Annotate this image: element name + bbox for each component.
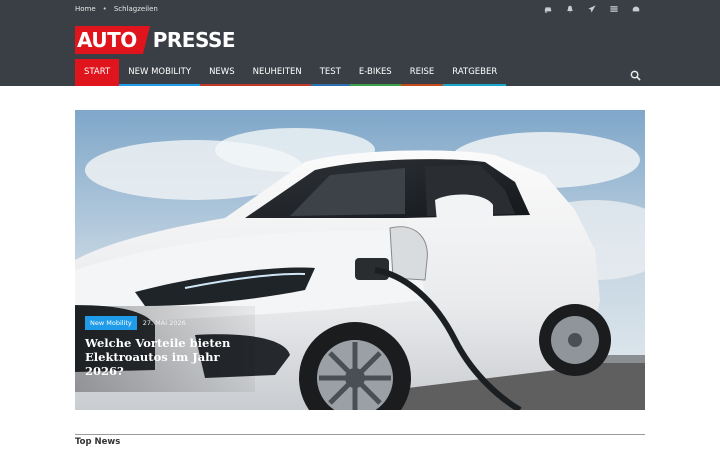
hero-article[interactable]: New Mobility 27. MAI 2026 Welche Vorteil… [75, 110, 645, 410]
logo-presse: PRESSE [152, 28, 236, 52]
car-icon[interactable] [543, 4, 553, 14]
category-badge[interactable]: New Mobility [85, 316, 137, 330]
site-logo[interactable]: AUTO PRESSE [75, 26, 236, 54]
list-icon[interactable] [609, 4, 619, 14]
hero-meta: New Mobility 27. MAI 2026 [85, 316, 245, 330]
top-news-section: Top News [75, 434, 645, 447]
main-navigation: START NEW MOBILITY NEWS NEUHEITEN TEST E… [0, 59, 720, 86]
breadcrumb-current[interactable]: Schlagzeilen [114, 5, 158, 13]
article-date: 27. MAI 2026 [142, 319, 186, 327]
section-heading: Top News [75, 437, 121, 447]
nav-item-news[interactable]: NEWS [200, 59, 244, 86]
paper-plane-icon[interactable] [587, 4, 597, 14]
article-title[interactable]: Welche Vorteile bieten Elektroautos im J… [85, 336, 245, 378]
breadcrumb-separator: • [102, 4, 107, 13]
nav-item-reise[interactable]: REISE [400, 59, 444, 86]
bell-icon[interactable] [565, 4, 575, 14]
nav-item-start[interactable]: START [75, 59, 120, 86]
nav-item-new-mobility[interactable]: NEW MOBILITY [119, 59, 201, 86]
brand-header: AUTO PRESSE [0, 17, 720, 59]
breadcrumb-home[interactable]: Home [75, 5, 96, 13]
nav-item-ratgeber[interactable]: RATGEBER [443, 59, 507, 86]
search-icon[interactable] [630, 66, 642, 81]
top-utility-bar: Home • Schlagzeilen [0, 0, 720, 17]
nav-item-neuheiten[interactable]: NEUHEITEN [243, 59, 311, 86]
hero-caption: New Mobility 27. MAI 2026 Welche Vorteil… [75, 306, 255, 392]
nav-item-test[interactable]: TEST [310, 59, 350, 86]
logo-auto: AUTO [75, 26, 150, 54]
nav-item-e-bikes[interactable]: E-BIKES [349, 59, 401, 86]
breadcrumb: Home • Schlagzeilen [75, 0, 158, 17]
social-icons [543, 0, 641, 17]
dashboard-icon[interactable] [631, 4, 641, 14]
